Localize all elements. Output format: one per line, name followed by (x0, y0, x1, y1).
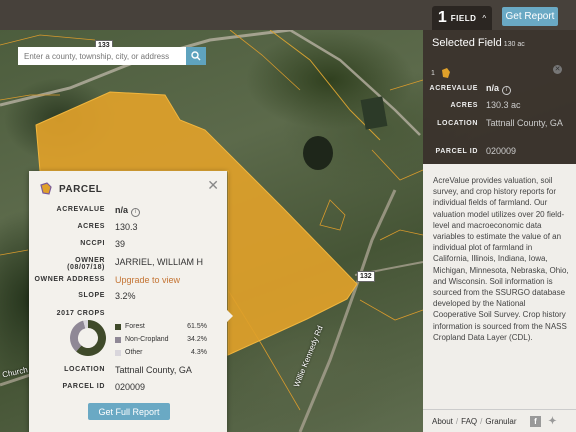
field-index[interactable]: 1 (431, 67, 452, 79)
search-button[interactable] (186, 47, 206, 65)
row-key: SLOPE (78, 292, 105, 299)
close-icon[interactable]: ✕ (207, 177, 219, 194)
row-key: PARCEL ID (435, 148, 478, 155)
legend-item: Forest 61.5% (115, 323, 207, 336)
row-value: n/a (115, 205, 129, 215)
road-shield: 132 (357, 271, 375, 282)
row-key: ACREVALUE (56, 206, 105, 213)
panel-title-acres: 130 ac (503, 41, 525, 48)
parcel-row-acrevalue: ACREVALUE n/a i (29, 205, 227, 220)
field-shape-icon (441, 68, 450, 78)
legend-percent: 61.5% (187, 323, 207, 330)
faq-link[interactable]: FAQ (461, 417, 477, 426)
field-count-dropdown[interactable]: 1 FIELD ^ (432, 6, 492, 30)
parcel-row-nccpi: NCCPI 39 (29, 239, 227, 254)
row-key: ACRES (450, 102, 478, 109)
legend-swatch (115, 337, 121, 343)
legend-item: Other 4.3% (115, 349, 207, 362)
row-key: PARCEL ID (62, 383, 105, 390)
parcel-row-owner-address: OWNER ADDRESS Upgrade to view (29, 275, 227, 290)
row-key: LOCATION (64, 366, 105, 373)
row-value-wrap: n/a i (115, 205, 141, 217)
panel-title-text: Selected Field (432, 37, 502, 49)
panel-description: AcreValue provides valuation, soil surve… (433, 176, 569, 342)
row-key: OWNER ADDRESS (34, 276, 105, 283)
remove-field-icon[interactable]: ✕ (553, 65, 562, 74)
field-count-number: 1 (437, 9, 447, 26)
twitter-icon[interactable]: ✦ (547, 416, 558, 427)
row-value: Tattnall County, GA (486, 118, 563, 128)
selected-field-summary: Selected Field 130 ac 1 ✕ ACREVALUE n/a i … (423, 30, 576, 164)
search-icon (191, 51, 201, 61)
crops-donut-chart (70, 320, 106, 356)
parcel-row-owner: OWNER (08/07/18) JARRIEL, WILLIAM H (29, 257, 227, 277)
granular-link[interactable]: Granular (485, 417, 516, 426)
crops-title: 2017 CROPS (56, 310, 105, 317)
crops-legend: Forest 61.5% Non-Cropland 34.2% Other 4.… (115, 323, 207, 362)
row-key: ACREVALUE (429, 85, 478, 92)
field-index-number: 1 (431, 69, 435, 77)
legend-swatch (115, 324, 121, 330)
legend-percent: 34.2% (187, 336, 207, 343)
parcel-row-slope: SLOPE 3.2% (29, 291, 227, 306)
panel-title: Selected Field 130 ac (432, 37, 525, 49)
row-value: 130.3 ac (486, 100, 521, 110)
row-key: ACRES (77, 223, 105, 230)
parcel-icon (40, 182, 52, 195)
parcel-popup: PARCEL ✕ ACREVALUE n/a i ACRES 130.3 NCCP… (29, 171, 233, 432)
get-report-button[interactable]: Get Report (502, 7, 558, 26)
search-input[interactable] (18, 47, 186, 65)
row-key: OWNER (75, 257, 105, 264)
chevron-up-icon: ^ (482, 13, 487, 23)
location-search (18, 47, 206, 65)
panel-footer: About / FAQ / Granular f ✦ (423, 409, 576, 432)
top-bar: 1 FIELD ^ Get Report (0, 0, 576, 30)
info-icon[interactable]: i (502, 86, 512, 95)
parcel-row-location: LOCATION Tattnall County, GA (29, 365, 227, 380)
row-value: 020009 (486, 146, 517, 156)
get-full-report-button[interactable]: Get Full Report (88, 403, 170, 420)
row-value: 130.3 (115, 222, 138, 232)
parcel-header: PARCEL (39, 182, 102, 196)
legend-percent: 4.3% (191, 349, 207, 356)
upgrade-link[interactable]: Upgrade to view (115, 275, 180, 285)
legend-label: Other (125, 349, 143, 356)
facebook-icon[interactable]: f (530, 416, 541, 427)
row-key-owner: OWNER (08/07/18) (67, 257, 105, 271)
row-value-wrap: n/a i (486, 83, 566, 95)
row-value: 020009 (115, 382, 146, 392)
row-value: 3.2% (115, 291, 136, 301)
selected-field-panel: Selected Field 130 ac 1 ✕ ACREVALUE n/a i … (423, 30, 576, 432)
row-key: NCCPI (80, 240, 105, 247)
panel-description-area: AcreValue provides valuation, soil surve… (423, 164, 576, 432)
row-value: n/a (486, 83, 500, 93)
row-value: Tattnall County, GA (115, 365, 192, 375)
row-key: LOCATION (437, 120, 478, 127)
footer-separator: / (480, 416, 483, 426)
legend-label: Forest (125, 323, 145, 330)
parcel-row-parcel-id: PARCEL ID 020009 (29, 382, 227, 397)
parcel-row-acres: ACRES 130.3 (29, 222, 227, 237)
parcel-title: PARCEL (59, 183, 103, 195)
row-value: JARRIEL, WILLIAM H (115, 257, 204, 267)
legend-swatch (115, 350, 121, 356)
footer-separator: / (455, 416, 459, 426)
legend-item: Non-Cropland 34.2% (115, 336, 207, 349)
field-count-label: FIELD (450, 13, 477, 23)
row-value: 39 (115, 239, 126, 249)
legend-label: Non-Cropland (125, 336, 169, 343)
about-link[interactable]: About (432, 417, 453, 426)
row-key-sub: (08/07/18) (67, 264, 105, 271)
info-icon[interactable]: i (131, 208, 141, 217)
